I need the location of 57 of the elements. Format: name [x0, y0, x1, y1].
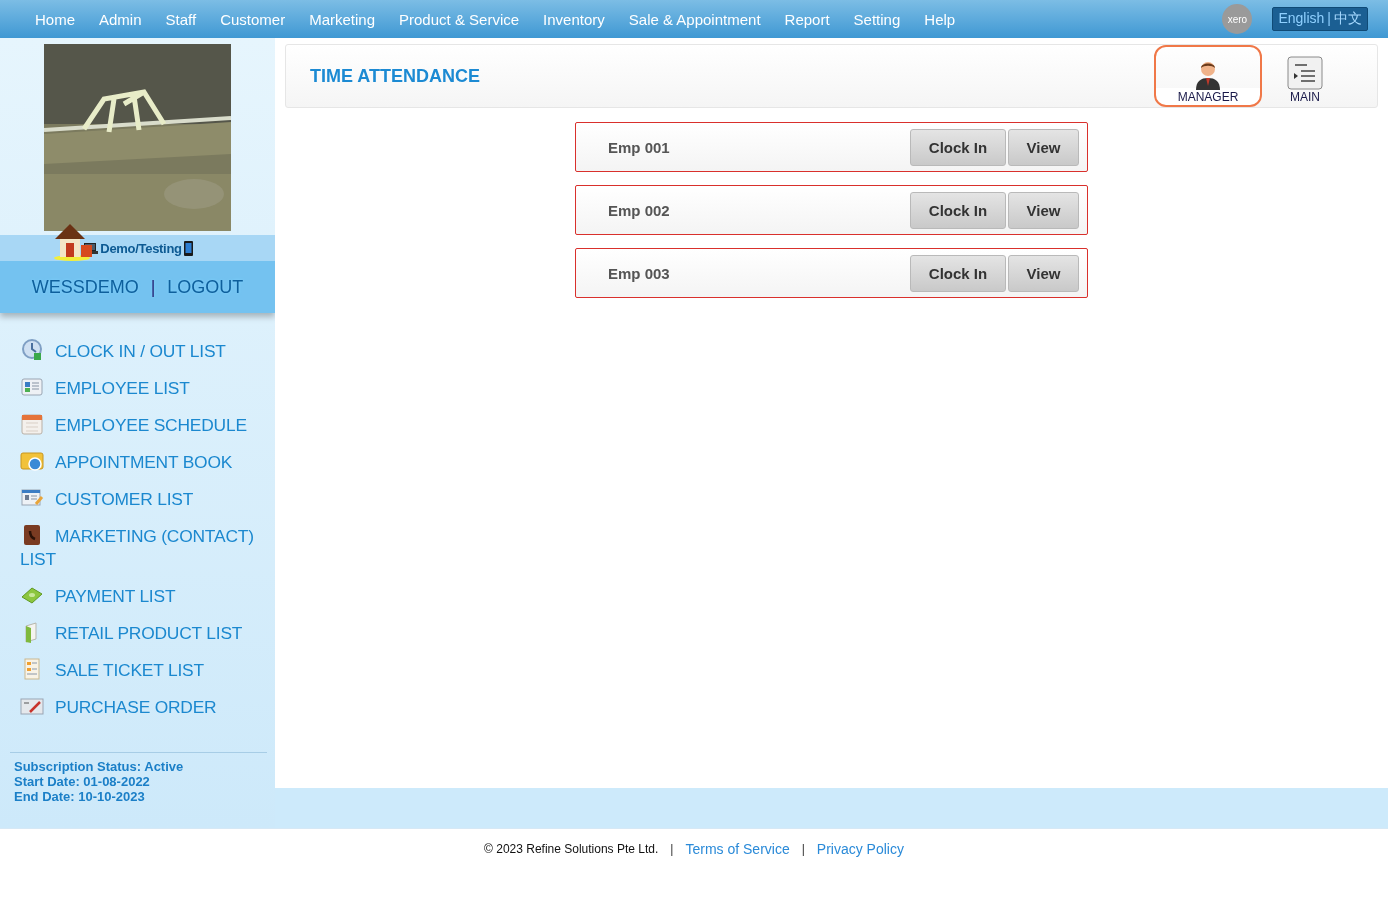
sidebar-item[interactable]: EMPLOYEE LIST — [20, 370, 267, 407]
nav-item[interactable]: Home — [23, 10, 87, 28]
terms-link[interactable]: Terms of Service — [685, 840, 790, 857]
view-button[interactable]: View — [1008, 254, 1079, 292]
sidebar-item[interactable]: EMPLOYEE SCHEDULE — [20, 407, 267, 444]
nav-item[interactable]: Customer — [208, 10, 298, 28]
mode-label: Demo/Testing — [100, 240, 182, 256]
sidebar-item[interactable]: PAYMENT LIST — [20, 578, 267, 615]
sidebar-item[interactable]: SALE TICKET LIST — [20, 652, 267, 689]
clock-in-button[interactable]: Clock In — [910, 128, 1006, 166]
laptop-icon — [82, 242, 99, 254]
employee-name: Emp 002 — [608, 201, 671, 219]
subscription-info: End Date: 10-10-2023 — [14, 789, 146, 804]
subscription-info: Start Date: 01-08-2022 — [14, 774, 151, 789]
view-button[interactable]: View — [1008, 128, 1079, 166]
sidebar-item[interactable]: CLOCK IN / OUT LIST — [20, 333, 267, 370]
language-option[interactable]: English — [1278, 10, 1325, 28]
sidebar-item[interactable]: CUSTOMER LIST — [20, 481, 267, 518]
nav-item[interactable]: Inventory — [531, 10, 617, 28]
subscription-info: Subscription Status: Active — [14, 759, 185, 774]
language-option[interactable]: 中文 — [1334, 10, 1362, 28]
sidebar-item[interactable]: RETAIL PRODUCT LIST — [20, 615, 267, 652]
nav-item[interactable]: Sale & Appointment — [616, 10, 773, 28]
calendar-icon — [20, 412, 44, 436]
nav-item[interactable]: Marketing — [297, 10, 388, 28]
copyright: © 2023 Refine Solutions Pte Ltd. — [484, 841, 659, 856]
nav-item[interactable]: Staff — [153, 10, 209, 28]
page-title: TIME ATTENDANCE — [310, 65, 480, 87]
employee-name: Emp 001 — [608, 138, 671, 156]
sidebar-item[interactable]: MARKETING (CONTACT) LIST — [20, 518, 267, 578]
nav-item[interactable]: Product & Service — [387, 10, 532, 28]
nav-item[interactable]: Admin — [87, 10, 154, 28]
separator: | — [670, 841, 674, 856]
sidebar-item[interactable]: PURCHASE ORDER — [20, 689, 267, 726]
view-switch-button[interactable]: MANAGER — [1154, 45, 1262, 107]
folder-globe-icon — [20, 449, 44, 473]
logout-link[interactable]: LOGOUT — [167, 276, 244, 298]
house-icon — [52, 221, 94, 261]
clock-in-button[interactable]: Clock In — [910, 254, 1006, 292]
username-link[interactable]: WESSDEMO — [31, 276, 139, 298]
view-button[interactable]: View — [1008, 191, 1079, 229]
nav-item[interactable]: Report — [772, 10, 842, 28]
separator: | — [801, 841, 805, 856]
phone-icon — [183, 240, 193, 256]
view-switch-button[interactable]: MAIN — [1264, 45, 1346, 107]
employee-name: Emp 003 — [608, 264, 671, 282]
clock-in-button[interactable]: Clock In — [910, 191, 1006, 229]
nav-item[interactable]: Setting — [841, 10, 913, 28]
clock-icon — [20, 338, 44, 362]
sidebar-item[interactable]: APPOINTMENT BOOK — [20, 444, 267, 481]
list-icon — [1287, 56, 1323, 90]
separator: | — [1327, 10, 1331, 28]
nav-item[interactable]: Help — [912, 10, 968, 28]
xero-button[interactable]: xero — [1222, 4, 1253, 34]
separator: | — [150, 276, 156, 298]
id-card-icon — [20, 375, 44, 399]
privacy-link[interactable]: Privacy Policy — [816, 840, 904, 857]
